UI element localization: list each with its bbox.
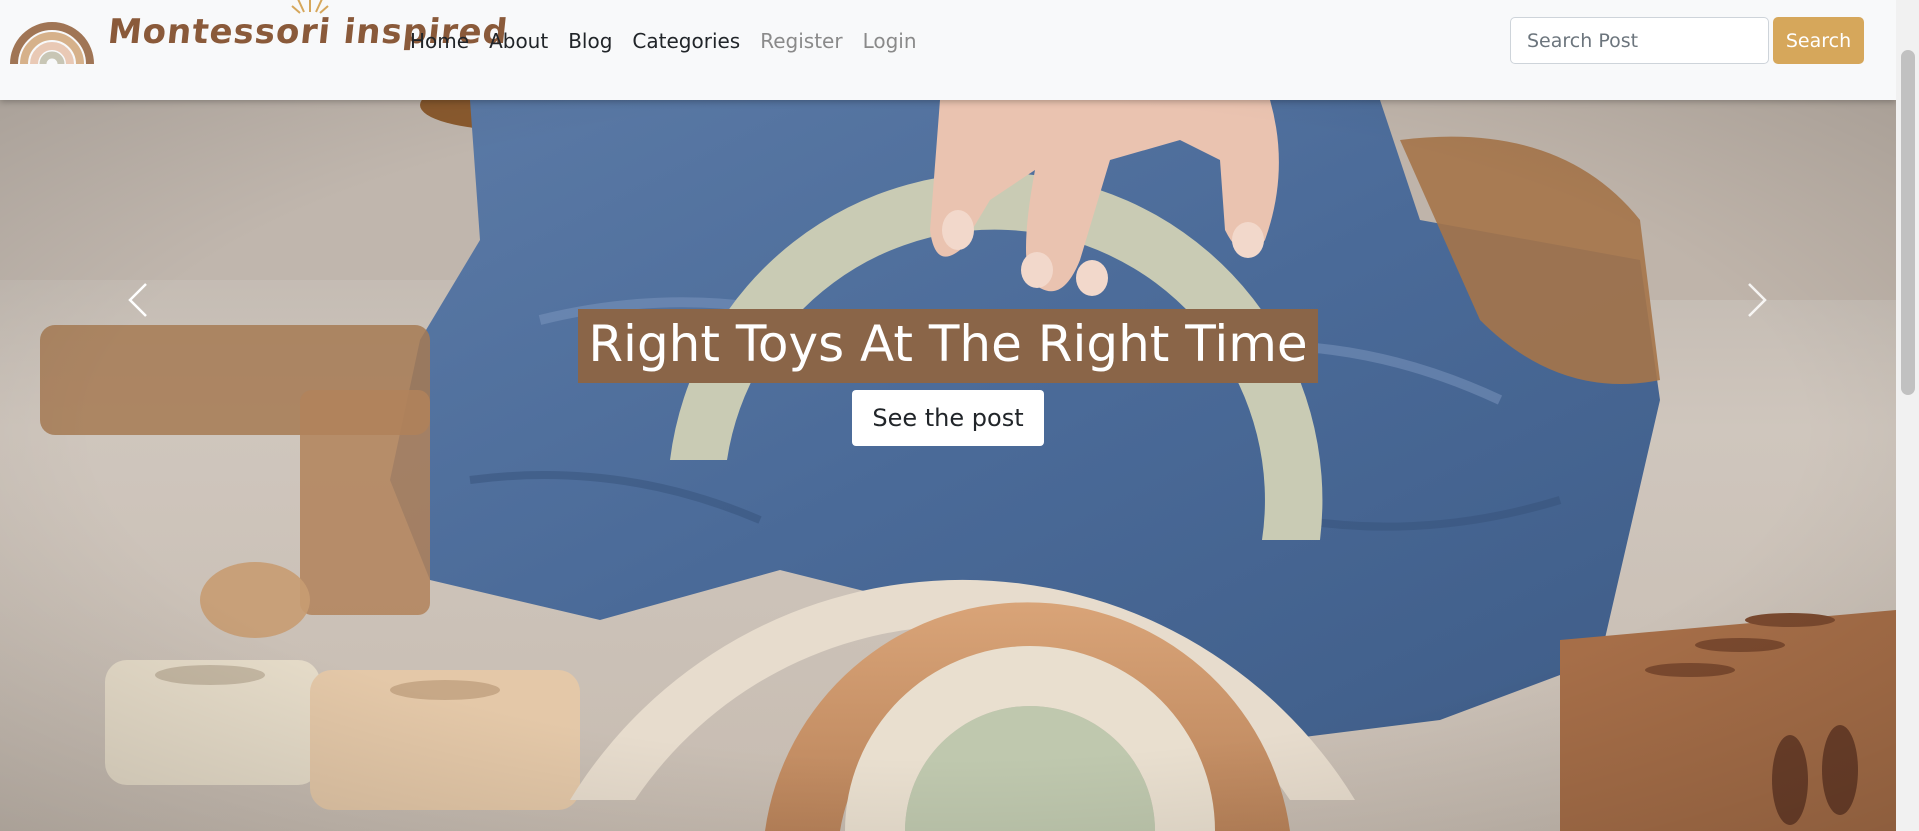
nav-link-blog[interactable]: Blog [568, 29, 612, 53]
page: Montessori inspired Home About Blog Cate… [0, 0, 1919, 831]
carousel-caption-title: Right Toys At The Right Time [578, 309, 1318, 383]
sun-rays-icon [291, 0, 329, 14]
search-form: Search [1510, 17, 1864, 64]
navbar: Montessori inspired Home About Blog Cate… [0, 0, 1896, 100]
see-post-button[interactable]: See the post [852, 390, 1044, 446]
nav-link-home[interactable]: Home [410, 29, 469, 53]
hero-image [0, 100, 1896, 831]
carousel-caption: Right Toys At The Right Time See the pos… [0, 309, 1896, 446]
search-button[interactable]: Search [1773, 17, 1864, 64]
scrollbar-thumb[interactable] [1901, 50, 1915, 395]
nav-link-categories[interactable]: Categories [632, 29, 740, 53]
rainbow-logo-icon [10, 22, 94, 64]
search-input[interactable] [1510, 17, 1769, 64]
nav-link-about[interactable]: About [489, 29, 548, 53]
hero-carousel: Right Toys At The Right Time See the pos… [0, 100, 1896, 831]
nav-link-login[interactable]: Login [863, 29, 917, 53]
page-scrollbar[interactable] [1896, 0, 1919, 831]
nav-links: Home About Blog Categories Register Logi… [410, 0, 937, 82]
nav-link-register[interactable]: Register [760, 29, 842, 53]
